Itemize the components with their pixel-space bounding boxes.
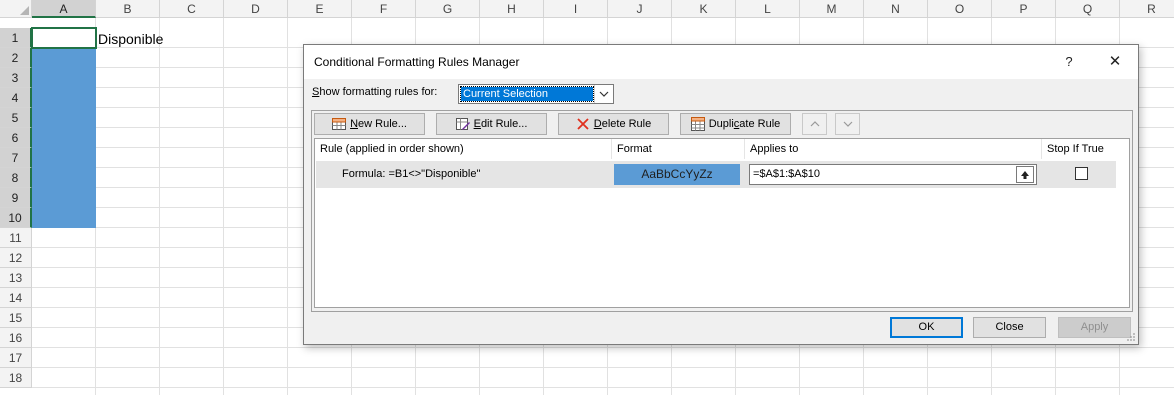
- column-header-g[interactable]: G: [416, 0, 480, 18]
- show-rules-dropdown[interactable]: Current Selection: [458, 84, 614, 104]
- column-header-r[interactable]: R: [1120, 0, 1174, 18]
- format-preview: AaBbCcYyZz: [614, 164, 740, 185]
- delete-rule-button[interactable]: Delete Rule: [558, 113, 669, 135]
- close-button[interactable]: Close: [973, 317, 1046, 338]
- dialog-title-bar[interactable]: Conditional Formatting Rules Manager ? ✕: [304, 45, 1138, 79]
- column-header-n[interactable]: N: [864, 0, 928, 18]
- column-header-f[interactable]: F: [352, 0, 416, 18]
- column-header-a[interactable]: A: [32, 0, 96, 18]
- column-header-b[interactable]: B: [96, 0, 160, 18]
- conditional-formatting-dialog: Conditional Formatting Rules Manager ? ✕…: [303, 44, 1139, 345]
- row-header-6[interactable]: 6: [0, 128, 32, 148]
- delete-x-icon: [577, 118, 589, 130]
- gridline-horizontal: [32, 367, 1174, 368]
- column-header-o[interactable]: O: [928, 0, 992, 18]
- arrow-up-icon: [1021, 170, 1029, 179]
- row-header-5[interactable]: 5: [0, 108, 32, 128]
- row-header-12[interactable]: 12: [0, 248, 32, 268]
- row-header-1[interactable]: 1: [0, 28, 32, 48]
- row-header-14[interactable]: 14: [0, 288, 32, 308]
- column-header-q[interactable]: Q: [1056, 0, 1120, 18]
- active-cell-a1[interactable]: [31, 27, 97, 49]
- duplicate-rule-icon: [690, 117, 705, 131]
- column-header-m[interactable]: M: [800, 0, 864, 18]
- row-header-18[interactable]: 18: [0, 368, 32, 388]
- close-icon[interactable]: ✕: [1102, 51, 1128, 73]
- chevron-up-icon: [810, 121, 819, 127]
- row-header-11[interactable]: 11: [0, 228, 32, 248]
- ok-button[interactable]: OK: [890, 317, 963, 338]
- filled-range-a2-a10[interactable]: [32, 48, 96, 228]
- column-header-rule[interactable]: Rule (applied in order shown): [315, 139, 612, 159]
- row-header-3[interactable]: 3: [0, 68, 32, 88]
- applies-to-value: =$A$1:$A$10: [753, 168, 820, 180]
- row-header-2[interactable]: 2: [0, 48, 32, 68]
- edit-rule-icon: [455, 118, 470, 130]
- rules-panel: New Rule... Edit Rule... Delete Rule Dup…: [311, 110, 1133, 312]
- dialog-title: Conditional Formatting Rules Manager: [314, 55, 520, 69]
- row-header-10[interactable]: 10: [0, 208, 32, 228]
- row-header-4[interactable]: 4: [0, 88, 32, 108]
- chevron-down-icon[interactable]: [594, 85, 613, 103]
- stop-if-true-checkbox[interactable]: [1075, 167, 1088, 180]
- cell-b1[interactable]: Disponible: [98, 29, 163, 49]
- column-header-l[interactable]: L: [736, 0, 800, 18]
- column-header-k[interactable]: K: [672, 0, 736, 18]
- column-header-c[interactable]: C: [160, 0, 224, 18]
- show-rules-label: Show formatting rules for:: [312, 86, 438, 98]
- new-rule-button[interactable]: New Rule...: [314, 113, 425, 135]
- column-header-i[interactable]: I: [544, 0, 608, 18]
- edit-rule-button[interactable]: Edit Rule...: [436, 113, 547, 135]
- column-header-d[interactable]: D: [224, 0, 288, 18]
- chevron-down-icon: [843, 121, 852, 127]
- applies-to-field[interactable]: =$A$1:$A$10: [749, 164, 1037, 185]
- select-all-corner[interactable]: [0, 0, 32, 18]
- column-header-applies-to[interactable]: Applies to: [745, 139, 1042, 159]
- row-header-17[interactable]: 17: [0, 348, 32, 368]
- rules-list[interactable]: Rule (applied in order shown) Format App…: [314, 138, 1130, 308]
- apply-button[interactable]: Apply: [1058, 317, 1131, 338]
- column-header-p[interactable]: P: [992, 0, 1056, 18]
- column-header-e[interactable]: E: [288, 0, 352, 18]
- row-header-16[interactable]: 16: [0, 328, 32, 348]
- column-header-j[interactable]: J: [608, 0, 672, 18]
- gridline-horizontal: [32, 387, 1174, 388]
- resize-grip-icon[interactable]: [1126, 332, 1136, 342]
- column-header-h[interactable]: H: [480, 0, 544, 18]
- row-header-15[interactable]: 15: [0, 308, 32, 328]
- gridline-horizontal: [32, 347, 1174, 348]
- collapse-dialog-button[interactable]: [1016, 166, 1034, 183]
- rule-formula: Formula: =B1<>"Disponible": [342, 168, 481, 180]
- row-header-13[interactable]: 13: [0, 268, 32, 288]
- row-header-9[interactable]: 9: [0, 188, 32, 208]
- show-rules-value: Current Selection: [460, 86, 594, 102]
- help-button[interactable]: ?: [1056, 51, 1082, 73]
- row-header-8[interactable]: 8: [0, 168, 32, 188]
- duplicate-rule-button[interactable]: Duplicate Rule: [680, 113, 791, 135]
- column-header-stop-if-true[interactable]: Stop If True: [1042, 139, 1115, 159]
- row-header-7[interactable]: 7: [0, 148, 32, 168]
- new-rule-icon: [332, 118, 347, 130]
- move-down-button[interactable]: [835, 113, 860, 135]
- rule-row[interactable]: Formula: =B1<>"Disponible" AaBbCcYyZz =$…: [316, 161, 1116, 188]
- column-header-format[interactable]: Format: [612, 139, 745, 159]
- move-up-button[interactable]: [802, 113, 827, 135]
